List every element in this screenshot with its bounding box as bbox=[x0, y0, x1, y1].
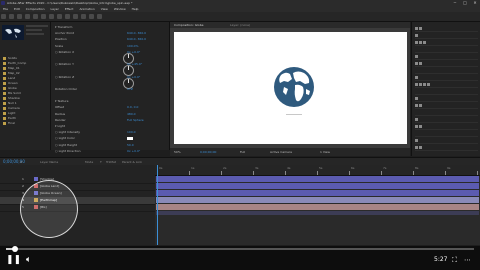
panel-row[interactable] bbox=[415, 145, 478, 151]
panel-row[interactable] bbox=[415, 75, 478, 81]
project-info bbox=[26, 25, 48, 37]
composition-canvas[interactable] bbox=[174, 32, 407, 144]
light-color-swatch[interactable] bbox=[127, 136, 133, 140]
properties-panel bbox=[411, 22, 480, 156]
panel-row[interactable] bbox=[415, 82, 478, 88]
after-effects-logo-icon bbox=[1, 1, 5, 5]
selection-tool-icon[interactable] bbox=[1, 14, 6, 19]
time-ruler[interactable]: 0s 1s 2s 3s 4s 5s 6s 7s 8s 9s bbox=[155, 165, 480, 176]
hand-tool-icon[interactable] bbox=[8, 14, 14, 19]
layer-bar[interactable] bbox=[156, 176, 479, 182]
viewer-timecode[interactable]: 0;00;00;00 bbox=[200, 148, 216, 156]
panel-row[interactable] bbox=[415, 124, 478, 130]
camera-tool-icon[interactable] bbox=[32, 14, 38, 19]
panel-row[interactable] bbox=[415, 40, 478, 46]
project-item[interactable]: Final bbox=[0, 121, 50, 126]
panel-row[interactable] bbox=[415, 96, 478, 102]
globe-icon bbox=[274, 67, 314, 107]
tools-toolbar bbox=[0, 12, 480, 22]
resolution-select[interactable]: Full bbox=[240, 148, 245, 156]
layer-bar[interactable] bbox=[156, 204, 479, 210]
panel-row[interactable] bbox=[415, 131, 478, 137]
pen-tool-icon[interactable] bbox=[56, 14, 62, 19]
layer-bar[interactable] bbox=[156, 190, 479, 196]
panel-row[interactable] bbox=[415, 26, 478, 32]
camera-select[interactable]: Active Camera bbox=[270, 148, 292, 156]
rotate-tool-icon[interactable] bbox=[24, 14, 30, 19]
panel-row[interactable] bbox=[415, 68, 478, 74]
playhead[interactable] bbox=[157, 165, 158, 245]
panel-row[interactable] bbox=[415, 54, 478, 60]
menu-icon[interactable]: ⋯ bbox=[464, 255, 471, 265]
globe-shadow bbox=[286, 114, 302, 115]
fullscreen-icon[interactable]: ⛶ bbox=[452, 255, 457, 265]
timeline-tracks[interactable]: 0s 1s 2s 3s 4s 5s 6s 7s 8s 9s bbox=[155, 165, 480, 245]
type-tool-icon[interactable] bbox=[64, 14, 70, 19]
eraser-tool-icon[interactable] bbox=[88, 14, 94, 19]
pause-icon[interactable]: ❚❚ bbox=[6, 255, 21, 265]
panel-row[interactable] bbox=[415, 117, 478, 123]
clone-tool-icon[interactable] bbox=[80, 14, 86, 19]
composition-viewer[interactable] bbox=[170, 28, 410, 148]
progress-track[interactable] bbox=[6, 248, 474, 250]
panel-row[interactable] bbox=[415, 138, 478, 144]
effect-row[interactable]: ○ Light Direction 0x +0.0° bbox=[55, 148, 167, 154]
volume-icon[interactable]: 🔈︎ bbox=[26, 255, 31, 265]
project-panel: Solids Earth_Comp Map_01 Map_02 Land Oce… bbox=[0, 22, 51, 150]
panel-row[interactable] bbox=[415, 47, 478, 53]
effect-controls-panel: ▾ Transform Anchor Point 640.0, 360.0 Pos… bbox=[51, 22, 170, 153]
panel-row[interactable] bbox=[415, 110, 478, 116]
shape-tool-icon[interactable] bbox=[48, 14, 54, 19]
panel-row[interactable] bbox=[415, 33, 478, 39]
view-layout-select[interactable]: 1 View bbox=[320, 148, 330, 156]
zoom-level[interactable]: 50% bbox=[174, 148, 181, 156]
layer-label-color[interactable] bbox=[34, 177, 38, 182]
project-thumbnail bbox=[2, 25, 24, 40]
composition-footer: 50% 0;00;00;00 Full Active Camera 1 View bbox=[170, 148, 410, 156]
layer-bar[interactable] bbox=[156, 197, 479, 203]
cursor-highlight bbox=[20, 180, 78, 238]
panel-row[interactable] bbox=[415, 103, 478, 109]
brush-tool-icon[interactable] bbox=[72, 14, 78, 19]
pan-behind-tool-icon[interactable] bbox=[40, 14, 46, 19]
project-list: Solids Earth_Comp Map_01 Map_02 Land Oce… bbox=[0, 56, 50, 126]
panel-row[interactable] bbox=[415, 61, 478, 67]
layer-bar[interactable] bbox=[156, 183, 479, 189]
panel-row[interactable] bbox=[415, 89, 478, 95]
zoom-tool-icon[interactable] bbox=[16, 14, 22, 19]
work-area-bar[interactable] bbox=[156, 211, 479, 215]
playback-time: 5:27 bbox=[434, 256, 448, 263]
puppet-tool-icon[interactable] bbox=[96, 14, 102, 19]
